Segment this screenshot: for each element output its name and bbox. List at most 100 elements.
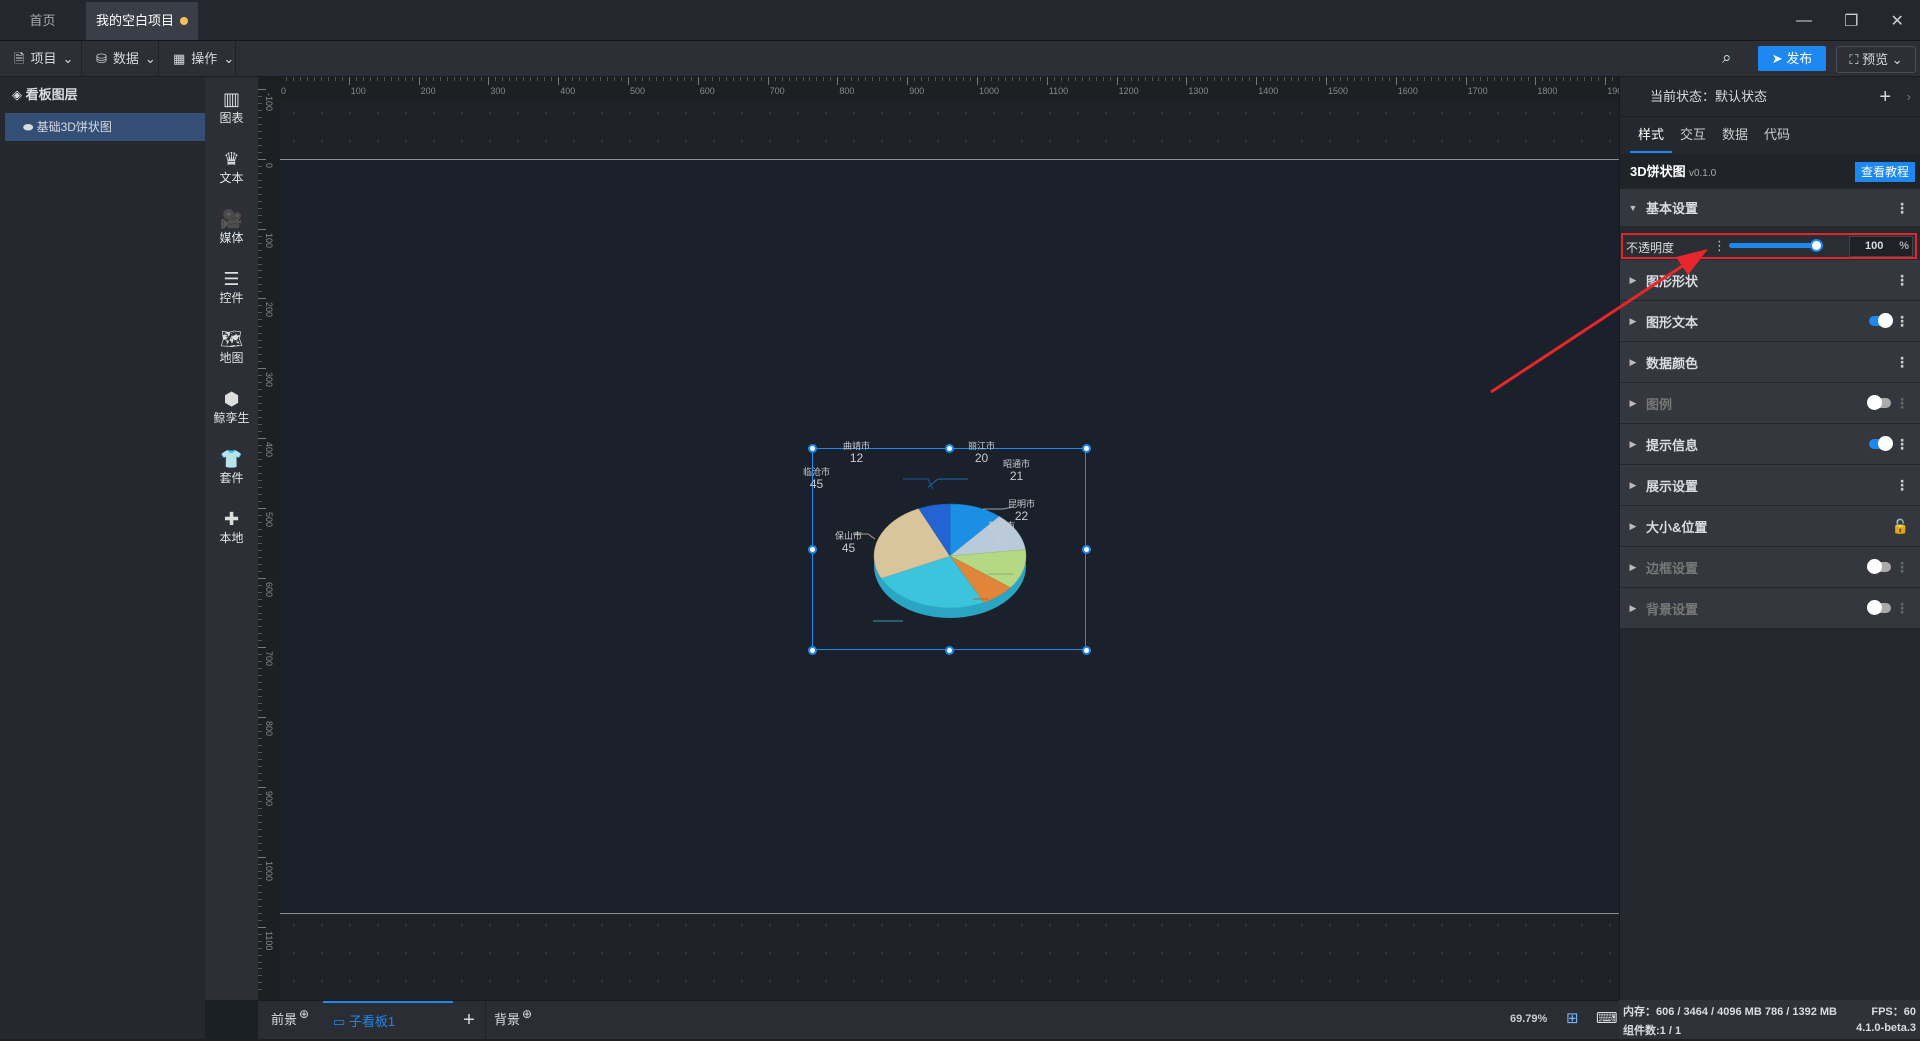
tab-home[interactable]: 首页 (0, 2, 85, 40)
ruler-tick (258, 89, 266, 90)
tutorial-button[interactable]: 查看教程 (1854, 162, 1915, 182)
section-5[interactable]: ▶ 展示设置 ⋮ (1620, 465, 1920, 506)
ruler-minor-tick (816, 77, 818, 81)
section-toggle[interactable] (1869, 313, 1893, 328)
more-icon[interactable]: ⋮ (1895, 201, 1909, 215)
tab-2[interactable]: 数据 (1714, 119, 1756, 153)
ruler-minor-tick (1402, 77, 1404, 81)
ruler-minor-tick (258, 738, 262, 740)
resize-handle[interactable] (944, 645, 954, 655)
section-6[interactable]: ▶ 大小&位置 🔓 (1620, 506, 1920, 547)
resize-handle[interactable] (944, 443, 954, 453)
add-circle-icon[interactable]: ⊕ (299, 995, 309, 1033)
resize-handle[interactable] (1081, 645, 1091, 655)
more-icon[interactable]: ⋮ (1895, 478, 1909, 492)
publish-button[interactable]: ➤ 发布 (1758, 46, 1826, 71)
more-icon[interactable]: ⋮ (1895, 560, 1909, 574)
toggle-knob (1867, 600, 1882, 615)
tab-0[interactable]: 样式 (1630, 119, 1673, 153)
resize-handle[interactable] (807, 544, 817, 554)
ruler-tick (258, 647, 266, 649)
more-icon[interactable]: ⋮ (1713, 238, 1726, 254)
ruler-minor-tick (258, 472, 262, 474)
component-crown[interactable]: ♛ 文本 (205, 149, 258, 186)
layer-item[interactable]: ⬬ 基础3D饼状图 (5, 113, 205, 141)
resize-handle[interactable] (807, 645, 817, 655)
component-shirt[interactable]: 👕 套件 (205, 449, 258, 486)
section-7[interactable]: ▶ 边框设置 ⋮ (1620, 547, 1920, 588)
add-state-icon[interactable]: + (1879, 77, 1891, 117)
ruler-minor-tick (258, 486, 262, 488)
fit-screen-icon[interactable]: ⊞ (1566, 1009, 1579, 1027)
opacity-input[interactable]: 100% (1849, 236, 1913, 257)
zoom-level[interactable]: 69.79% (1510, 1013, 1547, 1025)
ruler-minor-tick (258, 919, 262, 921)
section-basic[interactable]: ▼ 基本设置 ⋮ (1620, 189, 1920, 227)
ruler-minor-tick (1332, 77, 1334, 81)
foreground-tab[interactable]: 前景 ⊕ (263, 1001, 323, 1039)
ruler-minor-tick (258, 479, 262, 481)
ruler-minor-tick (306, 77, 308, 81)
chevron-right-icon[interactable]: › (1907, 77, 1911, 117)
more-icon[interactable]: ⋮ (1895, 355, 1909, 369)
ruler-minor-tick (320, 77, 322, 81)
minimize-icon[interactable]: — (1796, 12, 1812, 30)
resize-handle[interactable] (807, 443, 817, 453)
component-puzzle[interactable]: ✚ 本地 (205, 509, 258, 546)
section-2[interactable]: ▶ 数据颜色 ⋮ (1620, 342, 1920, 383)
ruler-minor-tick (258, 696, 262, 698)
ruler-minor-tick (258, 263, 262, 265)
section-toggle[interactable] (1867, 395, 1891, 410)
section-8[interactable]: ▶ 背景设置 ⋮ (1620, 588, 1920, 629)
resize-handle[interactable] (1081, 443, 1091, 453)
section-4[interactable]: ▶ 提示信息 ⋮ (1620, 424, 1920, 465)
tab-3[interactable]: 代码 (1756, 119, 1798, 153)
ruler-minor-tick (851, 77, 853, 81)
ruler-minor-tick (369, 77, 371, 81)
subboard-tab[interactable]: ▭ 子看板1 (323, 1001, 453, 1039)
section-toggle[interactable] (1869, 436, 1893, 451)
ruler-minor-tick (774, 77, 776, 81)
background-tab[interactable]: 背景 ⊕ (485, 1001, 545, 1039)
component-list[interactable]: ☰ 控件 (205, 269, 258, 306)
component-map[interactable]: 🗺 地图 (205, 329, 258, 366)
menu-label: 项目 (30, 51, 57, 66)
menu-project[interactable]: 🗎 项目 ⌄ (0, 41, 82, 77)
more-icon[interactable]: ⋮ (1895, 273, 1909, 287)
section-toggle[interactable] (1867, 600, 1891, 615)
menu-data[interactable]: ⛁ 数据 ⌄ (82, 41, 159, 77)
menu-operate[interactable]: ▦ 操作 ⌄ (159, 41, 236, 77)
resize-handle[interactable] (1081, 544, 1091, 554)
close-icon[interactable]: ✕ (1891, 11, 1904, 31)
slider-thumb[interactable] (1810, 239, 1823, 252)
chart-selection[interactable]: 丽江市 20 昭通市 21 昆明市 22 普洱市 13 保山市 45 临沧市 45 曲靖市 12 (803, 441, 1086, 650)
status-bar: 内存：606 / 3464 / 4096 MB 786 / 1392 MB FP… (1619, 1000, 1920, 1039)
keyboard-icon[interactable]: ⌨ (1596, 1009, 1618, 1027)
ruler-minor-tick (258, 410, 262, 412)
shirt-icon: 👕 (220, 449, 243, 469)
add-circle-icon[interactable]: ⊕ (522, 995, 532, 1033)
tab-1[interactable]: 交互 (1672, 119, 1714, 153)
section-3[interactable]: ▶ 图例 ⋮ (1620, 383, 1920, 424)
more-icon[interactable]: ⋮ (1895, 437, 1909, 451)
restore-icon[interactable]: ❐ (1844, 11, 1858, 31)
ruler-minor-tick (1249, 77, 1251, 81)
add-board-button[interactable]: + (453, 1001, 485, 1039)
component-bar-chart[interactable]: ▥ 图表 (205, 89, 258, 126)
more-icon[interactable]: ⋮ (1895, 396, 1909, 410)
ruler-minor-tick (1507, 77, 1509, 81)
more-icon[interactable]: ⋮ (1895, 314, 1909, 328)
section-toggle[interactable] (1867, 559, 1891, 574)
component-camera[interactable]: 🎥 媒体 (205, 209, 258, 246)
section-0[interactable]: ▶ 图形形状 ⋮ (1620, 260, 1920, 301)
section-1[interactable]: ▶ 图形文本 ⋮ (1620, 301, 1920, 342)
more-icon[interactable]: ⋮ (1895, 601, 1909, 615)
ruler-minor-tick (1570, 77, 1572, 81)
search-icon[interactable]: ⌕ (1722, 48, 1732, 68)
preview-button[interactable]: ⛶ 预览 ⌄ (1836, 46, 1916, 73)
lock-icon[interactable]: 🔓 (1892, 519, 1909, 533)
opacity-slider[interactable] (1729, 239, 1823, 252)
component-cube[interactable]: ⬢ 鲸孪生 (205, 389, 258, 426)
tab-project[interactable]: 我的空白项目 (86, 2, 198, 40)
ruler-minor-tick (460, 77, 462, 81)
